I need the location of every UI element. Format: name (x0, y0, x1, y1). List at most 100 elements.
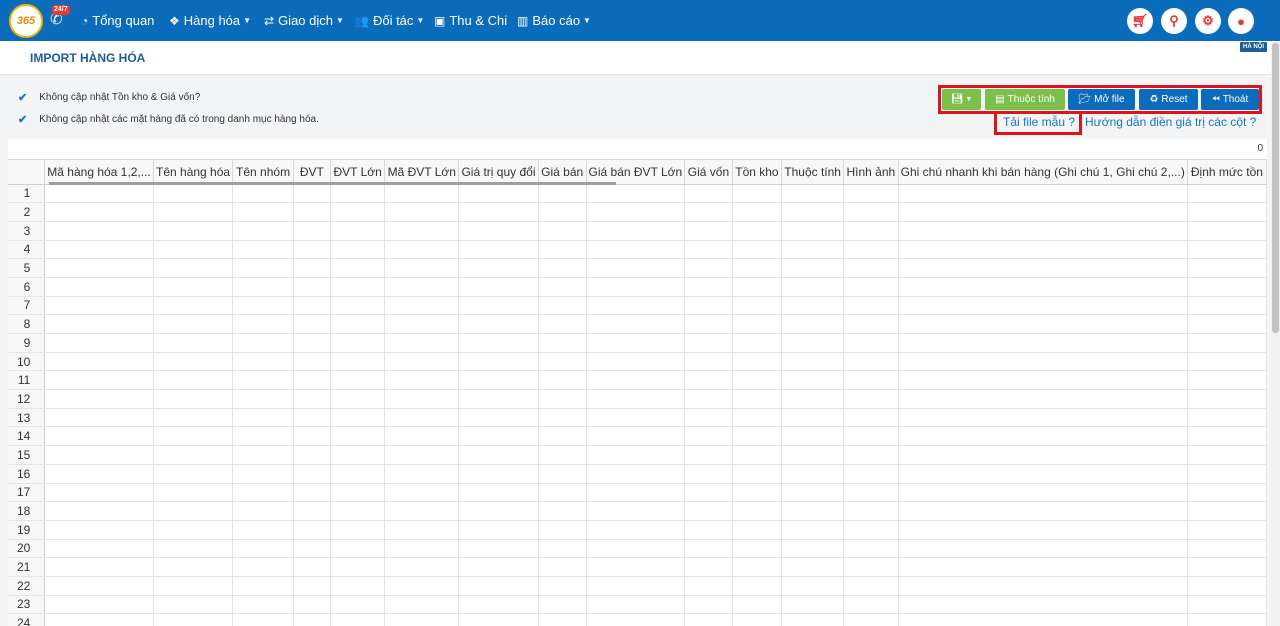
grid-cell[interactable] (293, 277, 331, 297)
grid-cell[interactable] (458, 595, 539, 615)
grid-cell[interactable] (232, 277, 294, 297)
grid-cell[interactable] (538, 595, 587, 615)
grid-cell[interactable] (586, 539, 686, 559)
grid-cell[interactable] (330, 445, 386, 465)
grid-cell[interactable] (586, 296, 686, 316)
grid-cell[interactable] (1187, 352, 1267, 372)
grid-cell[interactable] (44, 202, 154, 222)
grid-cell[interactable] (384, 520, 460, 540)
grid-cell[interactable] (684, 613, 733, 626)
grid-cell[interactable] (153, 595, 234, 615)
grid-cell[interactable] (232, 483, 294, 503)
grid-cell[interactable] (781, 595, 845, 615)
grid-cell[interactable] (732, 314, 783, 334)
grid-cell[interactable] (153, 483, 234, 503)
grid-cell[interactable] (586, 464, 686, 484)
option-skip-stock-cost[interactable]: ✔ Không cập nhật Tồn kho & Giá vốn? (18, 91, 200, 104)
grid-cell[interactable] (44, 595, 154, 615)
grid-cell[interactable] (781, 408, 845, 428)
grid-cell[interactable] (732, 352, 783, 372)
grid-cell[interactable] (843, 613, 899, 626)
grid-cell[interactable] (330, 408, 386, 428)
column-header[interactable]: Thuộc tính (781, 160, 845, 185)
grid-cell[interactable] (732, 370, 783, 391)
grid-cell[interactable] (843, 464, 899, 484)
grid-cell[interactable] (898, 314, 1188, 334)
option-skip-existing-items[interactable]: ✔ Không cập nhật các mặt hàng đã có tron… (18, 113, 319, 126)
nav-item-tong-quan[interactable]: ◔ Tổng quan (81, 0, 154, 41)
grid-cell[interactable] (538, 520, 587, 540)
grid-cell[interactable] (330, 240, 386, 260)
grid-cell[interactable] (843, 595, 899, 615)
grid-cell[interactable] (232, 389, 294, 409)
grid-cell[interactable] (232, 408, 294, 428)
grid-cell[interactable] (153, 240, 234, 260)
grid-cell[interactable] (843, 221, 899, 241)
grid-cell[interactable] (330, 483, 386, 503)
grid-cell[interactable] (1187, 426, 1267, 447)
cart-icon[interactable]: 🛒︎ (1127, 8, 1153, 34)
grid-cell[interactable] (44, 258, 154, 278)
grid-cell[interactable] (384, 464, 460, 484)
grid-cell[interactable] (1187, 389, 1267, 409)
grid-cell[interactable] (293, 352, 331, 372)
grid-cell[interactable] (538, 483, 587, 503)
grid-cell[interactable] (153, 333, 234, 353)
grid-cell[interactable] (898, 408, 1188, 428)
grid-cell[interactable] (458, 370, 539, 391)
grid-cell[interactable] (538, 464, 587, 484)
grid-cell[interactable] (44, 613, 154, 626)
grid-cell[interactable] (293, 389, 331, 409)
grid-cell[interactable] (843, 389, 899, 409)
user-icon[interactable]: ● (1228, 8, 1254, 34)
grid-cell[interactable] (586, 557, 686, 577)
grid-cell[interactable] (843, 314, 899, 334)
grid-cell[interactable] (586, 221, 686, 241)
grid-cell[interactable] (153, 520, 234, 540)
grid-cell[interactable] (458, 408, 539, 428)
grid-cell[interactable] (684, 520, 733, 540)
grid-cell[interactable] (384, 258, 460, 278)
grid-cell[interactable] (330, 389, 386, 409)
grid-cell[interactable] (384, 408, 460, 428)
grid-cell[interactable] (458, 389, 539, 409)
grid-cell[interactable] (232, 613, 294, 626)
grid-cell[interactable] (732, 277, 783, 297)
grid-cell[interactable] (330, 520, 386, 540)
grid-cell[interactable] (843, 352, 899, 372)
grid-cell[interactable] (586, 352, 686, 372)
grid-cell[interactable] (458, 501, 539, 521)
grid-cell[interactable] (44, 389, 154, 409)
grid-cell[interactable] (153, 426, 234, 447)
column-header[interactable]: Định mức tồn (1187, 160, 1267, 185)
grid-cell[interactable] (586, 613, 686, 626)
grid-cell[interactable] (384, 277, 460, 297)
grid-cell[interactable] (293, 595, 331, 615)
grid-cell[interactable] (458, 352, 539, 372)
grid-cell[interactable] (44, 557, 154, 577)
grid-cell[interactable] (1187, 483, 1267, 503)
grid-cell[interactable] (458, 576, 539, 596)
grid-cell[interactable] (384, 576, 460, 596)
grid-cell[interactable] (232, 184, 294, 204)
grid-cell[interactable] (153, 539, 234, 559)
grid-cell[interactable] (232, 520, 294, 540)
grid-cell[interactable] (684, 184, 733, 204)
grid-cell[interactable] (538, 296, 587, 316)
grid-cell[interactable] (732, 184, 783, 204)
grid-cell[interactable] (330, 296, 386, 316)
grid-cell[interactable] (1187, 539, 1267, 559)
grid-cell[interactable] (1187, 277, 1267, 297)
column-header[interactable]: Ghi chú nhanh khi bán hàng (Ghi chú 1, G… (898, 160, 1188, 185)
grid-cell[interactable] (330, 426, 386, 447)
grid-cell[interactable] (538, 221, 587, 241)
grid-cell[interactable] (684, 408, 733, 428)
grid-cell[interactable] (330, 576, 386, 596)
grid-cell[interactable] (458, 202, 539, 222)
grid-cell[interactable] (843, 539, 899, 559)
grid-cell[interactable] (684, 202, 733, 222)
grid-cell[interactable] (293, 483, 331, 503)
grid-cell[interactable] (732, 221, 783, 241)
grid-cell[interactable] (44, 520, 154, 540)
grid-cell[interactable] (586, 314, 686, 334)
